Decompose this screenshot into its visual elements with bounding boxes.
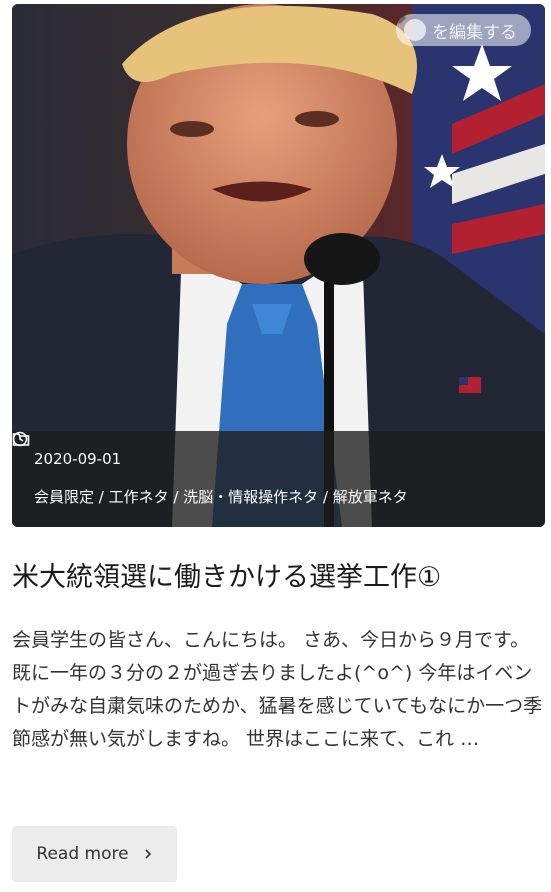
- post-categories-row: 会員限定 / 工作ネタ / 洗脳・情報操作ネタ / 解放軍ネタ: [12, 433, 545, 507]
- read-more-button[interactable]: Read more: [12, 826, 177, 882]
- pencil-icon: [398, 16, 426, 41]
- post-thumbnail[interactable]: を編集する 2020-09-01 会員限定 / 工作ネタ / 洗脳・情報操作ネタ…: [12, 4, 545, 527]
- post-title[interactable]: 米大統領選に働きかける選挙工作①: [12, 558, 545, 598]
- post-excerpt: 会員学生の皆さん、こんにちは。 さあ、今日から９月です。既に一年の３分の２が過ぎ…: [12, 629, 543, 750]
- post-date: 2020-09-01: [34, 450, 122, 468]
- edit-label: を編集する: [432, 22, 517, 43]
- post-date-row: 2020-09-01: [12, 431, 545, 469]
- read-more-label: Read more: [36, 844, 129, 864]
- post-categories[interactable]: 会員限定 / 工作ネタ / 洗脳・情報操作ネタ / 解放軍ネタ: [34, 487, 408, 507]
- chevron-right-icon: [145, 849, 151, 859]
- edit-button[interactable]: を編集する: [396, 14, 531, 46]
- post-meta: 2020-09-01 会員限定 / 工作ネタ / 洗脳・情報操作ネタ / 解放軍…: [12, 431, 545, 527]
- folder-icon: [12, 433, 30, 446]
